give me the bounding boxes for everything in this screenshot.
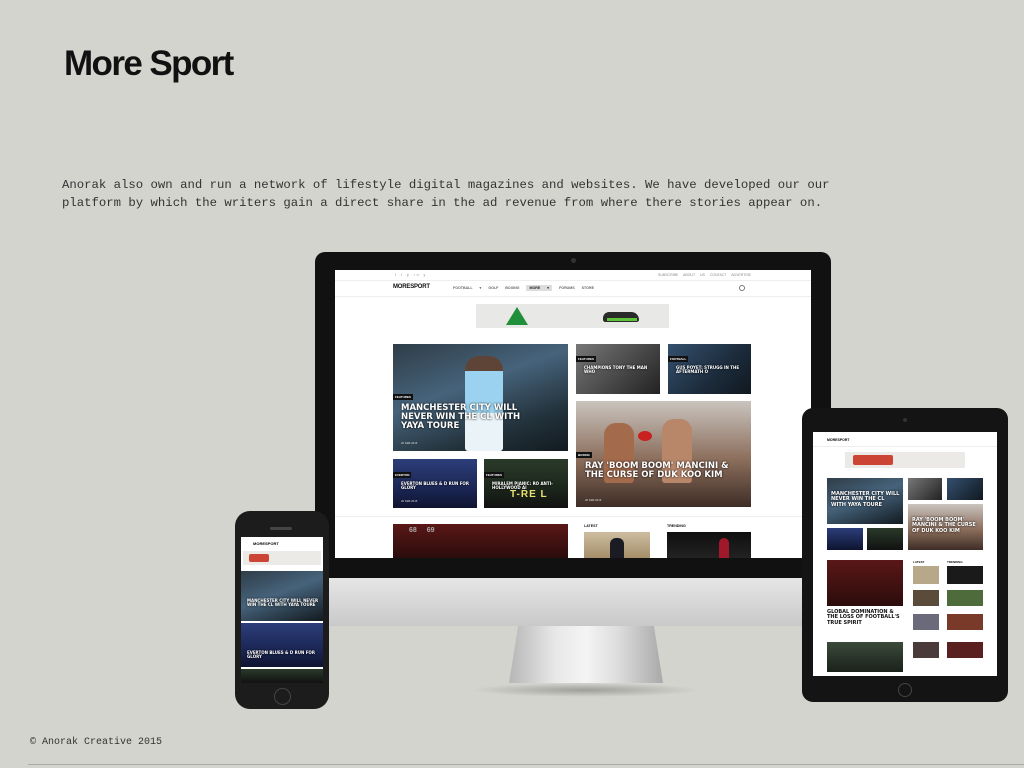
- article-headline: GUS POYET: STRUGG IN THE AFTERMATH O: [676, 365, 740, 375]
- article-tile: FOOTBALL GUS POYET: STRUGG IN THE AFTERM…: [668, 344, 751, 394]
- global-headline: GLOBAL DOMINATION & THE LOSS OF FOOTBALL…: [827, 609, 900, 626]
- nav-store: STORE: [581, 286, 594, 290]
- scoreboard-article: 68 69: [393, 524, 568, 558]
- hero-article: FEATURES MANCHESTER CITY WILL NEVER WIN …: [393, 344, 568, 451]
- search-icon: [739, 285, 745, 291]
- latest-label: LATEST: [584, 524, 598, 528]
- person-image: [719, 538, 729, 558]
- imac-shadow: [470, 683, 700, 697]
- hero-article: MANCHESTER CITY WILL NEVER WIN THE CL WI…: [827, 478, 903, 524]
- article-tile: FEATURES MIRALEM PJANIC: RO ANTI-HOLLYWO…: [484, 459, 568, 508]
- latest-image: [913, 566, 939, 584]
- imac-screen: f t p in y SUBSCRIBE ABOUT US CONTACT AD…: [335, 270, 811, 558]
- article-tile: [827, 642, 903, 672]
- hero-headline: MANCHESTER CITY WILL NEVER WIN THE CL WI…: [831, 491, 900, 508]
- site-logo: MORESPORT: [393, 284, 430, 290]
- trending-image: [947, 566, 983, 584]
- social-icons: f t p in y: [395, 273, 428, 277]
- article-tile: EVERTON EVERTON BLUES & D RUN FOR GLORY …: [393, 459, 477, 508]
- site-logo: MORESPORT: [827, 438, 850, 442]
- latest-image: [913, 614, 939, 630]
- article-date: 20 FEB 2015: [401, 499, 418, 503]
- ipad-camera: [903, 418, 907, 422]
- hero-article: MANCHESTER CITY WILL NEVER WIN THE CL WI…: [241, 571, 323, 621]
- section-divider: [335, 516, 811, 517]
- iphone-screen: MORESPORT MANCHESTER CITY WILL NEVER WIN…: [241, 537, 323, 683]
- site-nav: FOOTBALL ▾ GOLF BOXING MORE ▾ FORUMS STO…: [453, 285, 594, 291]
- nav-football: FOOTBALL ▾: [453, 286, 482, 290]
- article-tile: [867, 528, 903, 550]
- copyright: © Anorak Creative 2015: [30, 737, 163, 748]
- article-tag: FEATURES: [576, 356, 596, 362]
- article-tag: FEATURES: [484, 472, 504, 478]
- article-headline: CHAMPIONS TONY THE MAN WHO: [584, 365, 648, 375]
- article-tag: BOXING: [576, 452, 592, 458]
- trending-image: [947, 590, 983, 606]
- ad-image: [249, 554, 269, 562]
- imac-stand: [509, 625, 663, 683]
- article-tile: [947, 478, 983, 500]
- page-title: More Sport: [64, 44, 234, 83]
- person-image: [610, 538, 624, 558]
- nav-boxing: BOXING: [505, 286, 520, 290]
- imac-chin: [315, 578, 831, 626]
- boxing-article: RAY 'BOOM BOOM' MANCINI & THE CURSE OF D…: [908, 504, 983, 550]
- latest-image: [913, 590, 939, 606]
- article-date: 20 FEB 2015: [585, 498, 602, 502]
- trending-image: [947, 642, 983, 658]
- ipad-home-button: [898, 683, 912, 697]
- nav-divider: [813, 446, 997, 447]
- ipad-screen: MORESPORT MANCHESTER CITY WILL NEVER WIN…: [813, 432, 997, 676]
- football-boot-image: [603, 312, 639, 322]
- boxing-article: BOXING RAY 'BOOM BOOM' MANCINI & THE CUR…: [576, 401, 751, 507]
- article-date: 20 FEB 2015: [401, 441, 418, 445]
- article-tile: [908, 478, 942, 500]
- nav-golf: GOLF: [488, 286, 499, 290]
- footer-divider: [28, 764, 1024, 765]
- ad-banner: [476, 304, 669, 328]
- hero-headline: MANCHESTER CITY WILL NEVER WIN THE CL WI…: [247, 598, 319, 608]
- ad-banner: [243, 551, 321, 565]
- site-topbar: f t p in y SUBSCRIBE ABOUT US CONTACT AD…: [335, 270, 811, 281]
- boxing-headline: RAY 'BOOM BOOM' MANCINI & THE CURSE OF D…: [585, 461, 729, 480]
- trending-label: TRENDING: [667, 524, 686, 528]
- global-article-image: [827, 560, 903, 606]
- iphone-speaker: [270, 527, 292, 530]
- ad-banner: [845, 452, 965, 468]
- article-tile: EVERTON BLUES & D RUN FOR GLORY: [241, 623, 323, 667]
- article-headline: EVERTON BLUES & D RUN FOR GLORY: [247, 650, 315, 660]
- article-tag: FEATURES: [393, 394, 413, 400]
- latest-image: [913, 642, 939, 658]
- trending-image: [947, 614, 983, 630]
- nav-more: MORE ▾: [526, 285, 553, 291]
- stadium-sign: T-RE L: [510, 489, 548, 500]
- intro-paragraph: Anorak also own and run a network of lif…: [62, 178, 830, 210]
- latest-image: [584, 532, 650, 558]
- article-tag: FOOTBALL: [668, 356, 689, 362]
- scoreboard-text: 68 69: [409, 527, 435, 534]
- imac-camera: [571, 258, 576, 263]
- trending-label: TRENDING: [947, 560, 963, 564]
- site-logo: MORESPORT: [253, 541, 279, 546]
- top-links: SUBSCRIBE ABOUT US CONTACT ADVERTISE: [658, 273, 751, 277]
- nav-divider: [335, 296, 811, 297]
- boxing-glove-image: [638, 431, 652, 441]
- triangle-logo-icon: [506, 307, 528, 325]
- article-tile: [241, 669, 323, 683]
- nav-forums: FORUMS: [559, 286, 575, 290]
- article-tile: FEATURES CHAMPIONS TONY THE MAN WHO: [576, 344, 660, 394]
- iphone-home-button: [274, 688, 291, 705]
- boxing-headline: RAY 'BOOM BOOM' MANCINI & THE CURSE OF D…: [912, 517, 976, 534]
- trending-image: [667, 532, 751, 558]
- article-tag: EVERTON: [393, 472, 412, 478]
- article-headline: EVERTON BLUES & D RUN FOR GLORY: [401, 481, 469, 491]
- hero-headline: MANCHESTER CITY WILL NEVER WIN THE CL WI…: [401, 403, 521, 431]
- article-tile: [827, 528, 863, 550]
- latest-label: LATEST: [913, 560, 925, 564]
